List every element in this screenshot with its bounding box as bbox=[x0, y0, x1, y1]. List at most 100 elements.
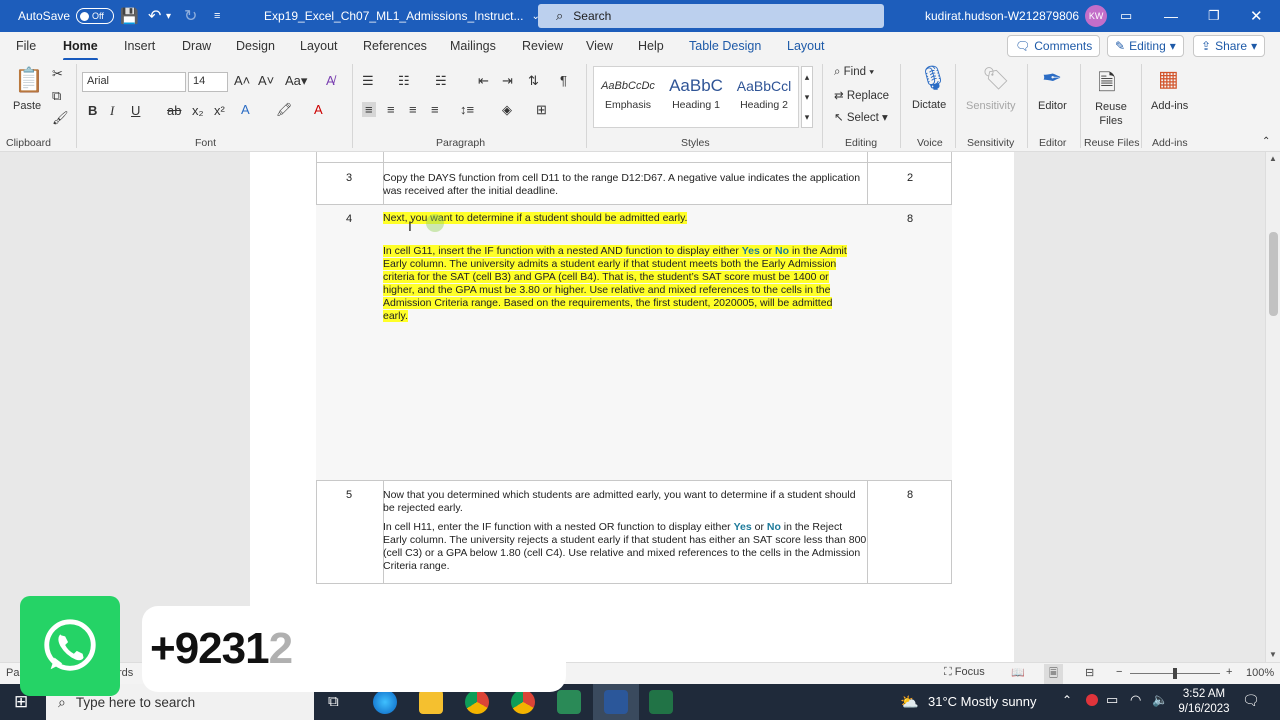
account-area[interactable]: kudirat.hudson-W212879806 KW bbox=[925, 0, 1108, 32]
superscript-icon[interactable]: x² bbox=[214, 103, 225, 118]
tab-layout[interactable]: Layout bbox=[300, 39, 338, 53]
excel-icon[interactable] bbox=[649, 690, 673, 714]
web-layout-icon[interactable]: ⊟ bbox=[1085, 666, 1094, 679]
weather-text[interactable]: 31°C Mostly sunny bbox=[928, 694, 1037, 709]
battery-icon[interactable]: ▭ bbox=[1106, 692, 1118, 708]
clock[interactable]: 3:52 AM 9/16/2023 bbox=[1176, 687, 1232, 717]
autosave-control[interactable]: AutoSave Off bbox=[18, 0, 115, 32]
find-button[interactable]: ⌕ Find ▾ bbox=[834, 66, 874, 79]
paste-button[interactable]: Paste bbox=[13, 100, 41, 112]
undo-dropdown-icon[interactable]: ▾ bbox=[166, 0, 171, 32]
tab-draw[interactable]: Draw bbox=[182, 39, 211, 53]
select-button[interactable]: ↖ Select ▾ bbox=[834, 110, 888, 124]
task-view-icon[interactable]: ⧉ bbox=[328, 693, 339, 710]
edge-icon[interactable] bbox=[373, 690, 397, 714]
tray-chevron-icon[interactable]: ⌃ bbox=[1062, 693, 1072, 707]
line-spacing-icon[interactable]: ↕≡ bbox=[460, 102, 474, 117]
increase-indent-icon[interactable]: ⇥ bbox=[502, 73, 513, 89]
ribbon-display-icon[interactable]: ▭ bbox=[1120, 0, 1132, 32]
font-size-combo[interactable]: 14 bbox=[188, 72, 228, 92]
decrease-indent-icon[interactable]: ⇤ bbox=[478, 73, 489, 89]
page-indicator[interactable]: Pa bbox=[6, 667, 19, 679]
collapse-ribbon-icon[interactable]: ⌃ bbox=[1262, 136, 1270, 147]
word-taskbar-button[interactable] bbox=[593, 684, 639, 720]
comments-button[interactable]: 🗨 Comments bbox=[1007, 35, 1101, 57]
styles-scroll-icon[interactable]: ▴ ▾ ▾ bbox=[801, 66, 813, 128]
print-layout-icon[interactable]: 🗏 bbox=[1044, 664, 1063, 685]
bold-icon[interactable]: B bbox=[88, 103, 97, 118]
subscript-icon[interactable]: x₂ bbox=[192, 103, 204, 118]
word-count[interactable]: rds bbox=[118, 667, 133, 679]
shrink-font-icon[interactable]: A˅ bbox=[258, 73, 274, 88]
avatar[interactable]: KW bbox=[1085, 5, 1108, 27]
tab-references[interactable]: References bbox=[363, 39, 427, 53]
italic-icon[interactable]: I bbox=[110, 103, 114, 119]
tab-home[interactable]: Home bbox=[63, 39, 98, 61]
cut-icon[interactable]: ✂ bbox=[52, 66, 63, 82]
zoom-slider-thumb[interactable] bbox=[1173, 668, 1177, 679]
scrollbar-thumb[interactable] bbox=[1269, 232, 1278, 316]
editing-mode-button[interactable]: ✎ Editing ▾ bbox=[1107, 35, 1184, 57]
addins-button[interactable]: Add-ins bbox=[1151, 100, 1188, 112]
underline-icon[interactable]: U bbox=[131, 103, 140, 118]
step-text[interactable]: Copy the DAYS function from cell D11 to … bbox=[383, 172, 867, 198]
change-case-icon[interactable]: Aa▾ bbox=[285, 73, 307, 89]
replace-button[interactable]: ⇄ Replace bbox=[834, 88, 889, 102]
dictate-button[interactable]: Dictate bbox=[912, 99, 946, 111]
microphone-icon[interactable]: 🎙 bbox=[918, 64, 948, 93]
tab-help[interactable]: Help bbox=[638, 39, 664, 53]
strikethrough-icon[interactable]: ab bbox=[167, 103, 181, 118]
redo-icon[interactable]: ↻ bbox=[184, 0, 197, 32]
share-button[interactable]: ⇪ Share ▾ bbox=[1193, 35, 1266, 57]
clear-formatting-icon[interactable]: A̸ bbox=[326, 73, 335, 88]
font-name-combo[interactable]: Arial bbox=[82, 72, 186, 92]
zoom-in-icon[interactable]: + bbox=[1226, 666, 1232, 678]
chrome-icon[interactable] bbox=[465, 690, 489, 714]
installer-icon[interactable] bbox=[557, 690, 581, 714]
copy-icon[interactable]: ⧉ bbox=[52, 88, 61, 104]
save-icon[interactable]: 💾 bbox=[120, 0, 139, 32]
sort-icon[interactable]: ⇅ bbox=[528, 73, 539, 89]
minimize-icon[interactable]: — bbox=[1164, 0, 1178, 32]
tab-mailings[interactable]: Mailings bbox=[450, 39, 496, 53]
shading-icon[interactable]: ◈ bbox=[502, 102, 512, 118]
tab-table-layout[interactable]: Layout bbox=[787, 39, 825, 53]
style-heading-2[interactable]: AaBbCcl Heading 2 bbox=[730, 73, 798, 111]
editor-icon[interactable]: ✒ bbox=[1042, 64, 1062, 93]
tab-insert[interactable]: Insert bbox=[124, 39, 155, 53]
tab-design[interactable]: Design bbox=[236, 39, 275, 53]
justify-icon[interactable]: ≡ bbox=[431, 102, 439, 117]
show-formatting-icon[interactable]: ¶ bbox=[560, 73, 567, 88]
reuse-files-icon[interactable]: 🗎 bbox=[1098, 66, 1116, 104]
search-box[interactable]: ⌕ Search bbox=[538, 4, 884, 28]
tab-table-design[interactable]: Table Design bbox=[689, 39, 761, 53]
format-painter-icon[interactable]: 🖌 bbox=[52, 110, 69, 126]
style-heading-1[interactable]: AaBbC Heading 1 bbox=[662, 73, 730, 111]
tab-file[interactable]: File bbox=[16, 39, 36, 53]
scroll-down-icon[interactable]: ▼ bbox=[1269, 650, 1277, 659]
record-icon[interactable] bbox=[1086, 694, 1098, 706]
borders-icon[interactable]: ⊞ bbox=[536, 102, 547, 118]
addins-icon[interactable]: ▦ bbox=[1158, 66, 1179, 92]
step-text-selected[interactable]: Next, you want to determine if a student… bbox=[383, 212, 855, 323]
scroll-up-icon[interactable]: ▲ bbox=[1269, 154, 1277, 163]
align-right-icon[interactable]: ≡ bbox=[409, 102, 417, 117]
focus-button[interactable]: ⛶ Focus bbox=[944, 666, 985, 679]
file-explorer-icon[interactable] bbox=[419, 690, 443, 714]
zoom-level[interactable]: 100% bbox=[1246, 667, 1274, 679]
paste-icon[interactable]: 📋 bbox=[14, 66, 44, 95]
tab-review[interactable]: Review bbox=[522, 39, 563, 53]
document-title[interactable]: Exp19_Excel_Ch07_ML1_Admissions_Instruct… bbox=[264, 0, 540, 32]
align-left-icon[interactable]: ≡ bbox=[362, 102, 376, 117]
volume-icon[interactable]: 🔈 bbox=[1152, 692, 1168, 708]
customize-toolbar-icon[interactable]: ≡ bbox=[214, 0, 220, 32]
bullets-icon[interactable]: ☰ bbox=[362, 73, 374, 89]
text-effects-icon[interactable]: A bbox=[241, 102, 250, 117]
align-center-icon[interactable]: ≡ bbox=[387, 102, 395, 117]
vertical-scrollbar[interactable]: ▲ ▼ bbox=[1265, 152, 1280, 662]
autosave-toggle[interactable]: Off bbox=[76, 8, 115, 24]
read-mode-icon[interactable]: 📖 bbox=[1011, 666, 1025, 679]
highlight-icon[interactable]: 🖍 bbox=[276, 102, 293, 118]
tab-view[interactable]: View bbox=[586, 39, 613, 53]
font-color-icon[interactable]: A bbox=[314, 102, 323, 117]
